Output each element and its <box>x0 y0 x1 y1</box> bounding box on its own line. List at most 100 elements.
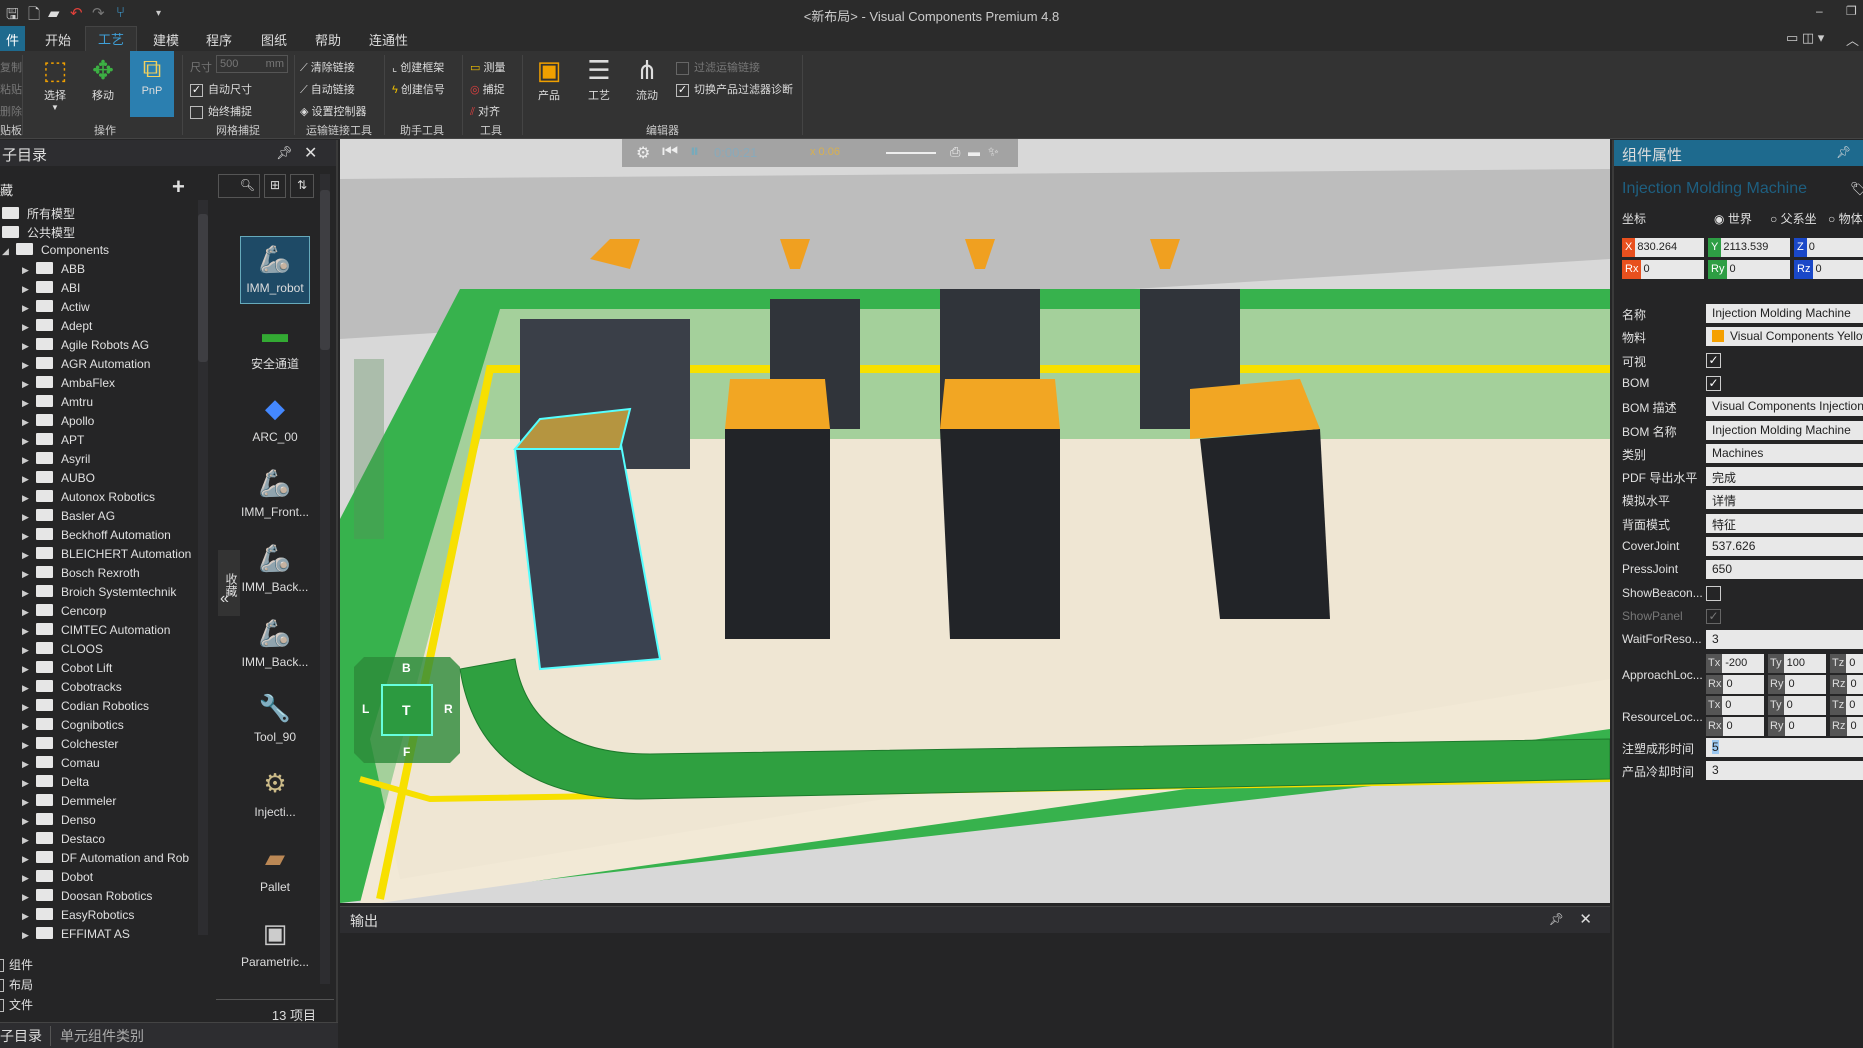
navcube-front[interactable]: F <box>403 745 410 759</box>
tree-item[interactable]: ▶ AmbaFlex <box>22 376 115 395</box>
coord-world-radio[interactable]: ◉ 世界 <box>1714 210 1752 227</box>
tree-item[interactable]: ▶ Denso <box>22 813 96 832</box>
property-checkbox[interactable]: ✓ <box>1706 375 1721 391</box>
coord-parent-radio[interactable]: ○ 父系坐 <box>1770 210 1817 227</box>
flow-editor-button[interactable]: ⋔ 流动 <box>624 53 670 103</box>
scrollbar-thumb[interactable] <box>198 214 208 362</box>
tab-modeling[interactable]: 建模 <box>153 30 179 49</box>
catalog-thumbnail[interactable]: ▬ 安全通道 <box>240 311 310 372</box>
paste-button[interactable]: 粘贴 <box>0 81 22 97</box>
create-signal-button[interactable]: ϟ 创建信号 <box>392 81 445 97</box>
tree-item[interactable]: ▶ Beckhoff Automation <box>22 528 171 547</box>
tree-item[interactable]: ▶ Colchester <box>22 737 118 756</box>
tree-item[interactable]: ▶ APT <box>22 433 84 452</box>
tree-item[interactable]: ▶ DF Automation and Rob <box>22 851 189 870</box>
tree-item[interactable]: ▶ Doosan Robotics <box>22 889 152 908</box>
property-value[interactable]: 537.626 <box>1706 537 1863 556</box>
tree-item-public-models[interactable]: 公共模型 <box>2 224 75 243</box>
sort-icon[interactable]: ⇅ <box>290 174 314 198</box>
tab-drawing[interactable]: 图纸 <box>261 30 287 49</box>
scrollbar-thumb[interactable] <box>320 190 330 350</box>
process-editor-button[interactable]: ☰ 工艺 <box>576 53 622 103</box>
property-value[interactable]: 完成 <box>1706 467 1863 487</box>
measure-button[interactable]: ▭ 测量 <box>470 59 505 75</box>
tree-item[interactable]: ▶ Codian Robotics <box>22 699 149 718</box>
tab-program[interactable]: 程序 <box>206 30 232 49</box>
tree-item[interactable]: ▶ Cognibotics <box>22 718 124 737</box>
tree-item[interactable]: ▶ Adept <box>22 319 92 338</box>
property-checkbox[interactable]: ✓ <box>1706 608 1721 624</box>
property-value[interactable]: 3 <box>1706 630 1863 650</box>
sim-settings-icon[interactable]: ⚙ <box>636 143 650 163</box>
speed-slider[interactable] <box>886 152 936 154</box>
reset-icon[interactable]: ⏮ <box>662 141 678 162</box>
property-value[interactable]: 特征 <box>1706 513 1863 533</box>
navcube-back[interactable]: B <box>402 661 411 675</box>
catalog-thumbnail[interactable]: ◆ ARC_00 <box>240 386 310 444</box>
tree-item[interactable]: ▶ Delta <box>22 775 89 794</box>
set-controller-button[interactable]: ◈ 设置控制器 <box>300 103 367 119</box>
collapse-ribbon-icon[interactable]: ︿ <box>1846 30 1859 49</box>
property-checkbox[interactable]: ✓ <box>1706 352 1721 368</box>
restore-icon[interactable]: ❐ <box>1846 4 1857 18</box>
tab-connectivity[interactable]: 连通性 <box>369 30 408 49</box>
property-value[interactable]: 详情 <box>1706 490 1863 510</box>
resource-ty-field[interactable]: Ty 0 <box>1768 695 1826 715</box>
align-button[interactable]: ⫽ 对齐 <box>470 103 500 119</box>
coord-object-radio[interactable]: ○ 物体 <box>1828 210 1863 227</box>
effects-icon[interactable]: ✨︎ <box>988 144 999 160</box>
tree-item-all-models[interactable]: 所有模型 <box>2 205 75 224</box>
view-toolbar[interactable] <box>354 359 384 539</box>
x-field[interactable]: X 830.264 <box>1622 238 1704 257</box>
layout-icon[interactable]: ▭ ◫ ▾ <box>1786 30 1824 46</box>
tab-process[interactable]: 工艺 <box>85 26 138 51</box>
tree-item[interactable]: ▶ BLEICHERT Automation <box>22 547 191 566</box>
create-frame-button[interactable]: ⌞ 创建框架 <box>392 59 444 75</box>
tree-item[interactable]: ▶ Destaco <box>22 832 105 851</box>
catalog-thumbnail[interactable]: ▰ Pallet <box>240 836 310 894</box>
property-value[interactable]: Visual Components Yellow <box>1706 327 1863 347</box>
property-value[interactable]: Machines <box>1706 443 1863 463</box>
tree-item[interactable]: ▶ Actiw <box>22 300 90 319</box>
filter-links-checkbox[interactable]: 过滤运输链接 <box>676 59 760 75</box>
delete-button[interactable]: 删除 <box>0 103 22 119</box>
output-log[interactable] <box>340 933 1610 1047</box>
catalog-thumbnail[interactable]: 🦾 IMM_Back... <box>240 536 310 594</box>
approach-tz-field[interactable]: Tz 0 <box>1830 653 1863 673</box>
auto-size-checkbox[interactable]: ✓ 自动尺寸 <box>190 81 252 97</box>
minimize-icon[interactable]: – <box>1816 4 1823 18</box>
catalog-thumbnail[interactable]: 🦾 IMM_Front... <box>240 461 310 519</box>
ry-field[interactable]: Ry 0 <box>1708 260 1790 279</box>
resource-tx-field[interactable]: Tx 0 <box>1706 695 1764 715</box>
approach-ry-field[interactable]: Ry 0 <box>1768 674 1826 694</box>
cool-time-input[interactable]: 3 <box>1706 760 1863 780</box>
tree-item[interactable]: ▶ EFFIMAT AS <box>22 927 130 939</box>
tree-item[interactable]: ▶ Autonox Robotics <box>22 490 155 509</box>
snap-button[interactable]: ◎ 捕捉 <box>470 81 505 97</box>
filter-components[interactable]: 组件 <box>0 956 33 975</box>
auto-link-button[interactable]: ⟋ 自动链接 <box>300 81 355 97</box>
catalog-thumbnail[interactable]: 🔧 Tool_90 <box>240 686 310 744</box>
rx-field[interactable]: Rx 0 <box>1622 260 1704 279</box>
record-video-icon[interactable]: ▬ <box>968 145 980 159</box>
thumb-scrollbar[interactable] <box>320 174 330 984</box>
tree-item[interactable]: ▶ Amtru <box>22 395 93 414</box>
navigation-cube[interactable]: B L T R F <box>354 657 460 763</box>
add-icon[interactable]: + <box>172 174 185 199</box>
filter-layouts[interactable]: 布局 <box>0 976 33 995</box>
pdf-export-icon[interactable]: ⎙ <box>950 144 960 160</box>
navcube-top[interactable]: T <box>402 702 411 718</box>
move-button[interactable]: ✥ 移动 <box>80 53 126 103</box>
tree-item[interactable]: ▶ Dobot <box>22 870 93 889</box>
tree-item[interactable]: ▶ ABB <box>22 262 85 281</box>
tree-item[interactable]: ▶ CLOOS <box>22 642 103 661</box>
approach-tx-field[interactable]: Tx -200 <box>1706 653 1764 673</box>
tree-item[interactable]: ▶ Broich Systemtechnik <box>22 585 176 604</box>
approach-ty-field[interactable]: Ty 100 <box>1768 653 1826 673</box>
resource-ry-field[interactable]: Ry 0 <box>1768 716 1826 736</box>
tree-scrollbar[interactable] <box>198 200 208 935</box>
pause-icon[interactable]: ⏸ <box>690 141 699 162</box>
pin-icon[interactable]: 📌︎ <box>1549 912 1564 926</box>
resource-rz-field[interactable]: Rz 0 <box>1830 716 1863 736</box>
tree-item[interactable]: ▶ Comau <box>22 756 100 775</box>
